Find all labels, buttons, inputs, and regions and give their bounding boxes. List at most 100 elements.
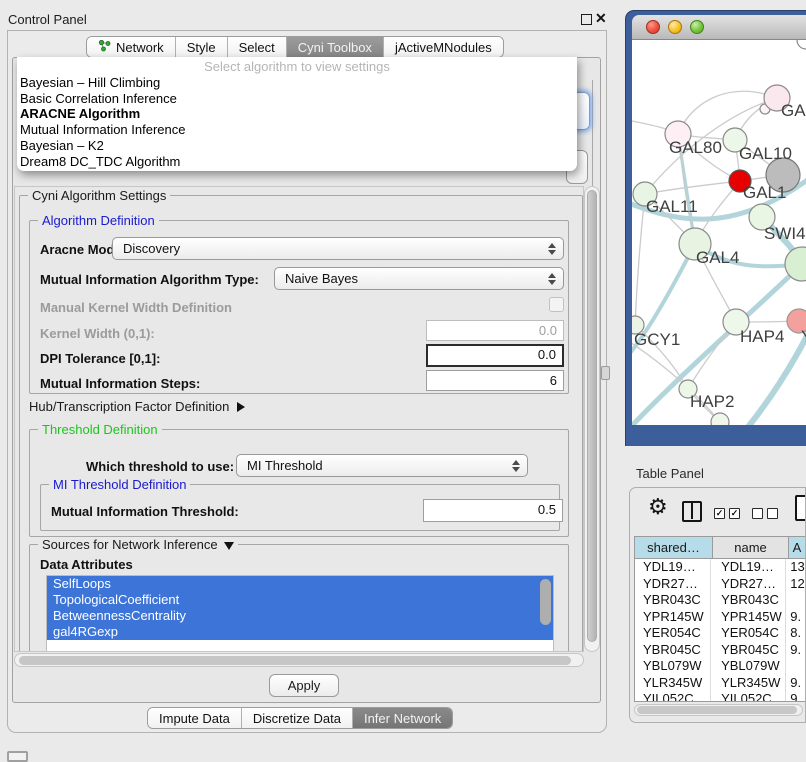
partial-panel-icon xyxy=(7,751,28,762)
settings-scroll-area: Cyni Algorithm Settings Algorithm Defini… xyxy=(14,186,584,652)
table-row[interactable]: YER054C YER054C 8. xyxy=(635,625,806,642)
column-header-shared-name[interactable]: shared… xyxy=(635,537,713,558)
network-icon xyxy=(98,39,111,55)
node-label: GAL11 xyxy=(646,197,698,216)
kernel-width-label: Kernel Width (0,1): xyxy=(40,326,155,341)
control-panel-title: Control Panel xyxy=(8,12,87,27)
table-row[interactable]: YDL19… YDL19… 13 xyxy=(635,559,806,576)
node-label: HAP4 xyxy=(740,327,784,346)
dropdown-item[interactable]: Basic Correlation Inference xyxy=(17,91,577,107)
data-attributes-label: Data Attributes xyxy=(40,557,133,572)
sources-toggle[interactable]: Sources for Network Inference xyxy=(38,537,238,552)
table-row[interactable]: YPR145W YPR145W 9. xyxy=(635,609,806,626)
unchecked-pair-icon[interactable] xyxy=(752,508,778,519)
mi-threshold-label: Mutual Information Threshold: xyxy=(51,504,239,519)
settings-vertical-scrollbar[interactable] xyxy=(584,186,600,652)
node-label: GAL xyxy=(781,101,806,120)
tab-style[interactable]: Style xyxy=(176,37,228,57)
mi-type-label: Mutual Information Algorithm Type: xyxy=(40,272,259,287)
float-window-icon[interactable] xyxy=(581,14,592,25)
gear-icon[interactable]: ⚙ xyxy=(648,496,668,518)
scrollbar-thumb[interactable] xyxy=(19,656,571,665)
list-item[interactable]: SelfLoops xyxy=(47,576,553,592)
list-item[interactable]: TopologicalCoefficient xyxy=(47,592,553,608)
threshold-definition-group: Threshold Definition Which threshold to … xyxy=(29,429,569,537)
sources-group: Sources for Network Inference Data Attri… xyxy=(29,544,569,652)
expand-right-icon xyxy=(237,402,245,412)
table-panel-window: ⚙ ✓✓ shared… name A YDL19… YDL19… 13 YDR… xyxy=(629,487,806,723)
dropdown-placeholder: Select algorithm to view settings xyxy=(17,59,577,75)
document-icon[interactable] xyxy=(795,495,806,521)
checked-pair-icon[interactable]: ✓✓ xyxy=(714,508,740,519)
table-header: shared… name A xyxy=(635,537,806,559)
zoom-traffic-light-icon[interactable] xyxy=(690,20,704,34)
network-window-titlebar[interactable] xyxy=(632,15,806,40)
apply-button[interactable]: Apply xyxy=(269,674,339,697)
algorithm-definition-group: Algorithm Definition Aracne Mode: Discov… xyxy=(29,220,569,394)
panel-splitter-handle[interactable] xyxy=(601,366,610,380)
dropdown-item[interactable]: Dream8 DC_TDC Algorithm xyxy=(17,154,577,170)
table-row[interactable]: YBR045C YBR045C 9. xyxy=(635,642,806,659)
combo-arrows-icon xyxy=(512,460,520,472)
aracne-mode-combo[interactable]: Discovery xyxy=(112,237,564,260)
manual-kernel-label: Manual Kernel Width Definition xyxy=(40,300,232,315)
dropdown-item-selected[interactable]: ARACNE Algorithm xyxy=(17,106,577,122)
groupbox-border-fragment xyxy=(592,80,593,186)
dropdown-item[interactable]: Bayesian – Hill Climbing xyxy=(17,75,577,91)
edge xyxy=(645,181,740,194)
tab-impute-data[interactable]: Impute Data xyxy=(148,708,242,728)
which-threshold-combo[interactable]: MI Threshold xyxy=(236,454,528,477)
dropdown-item[interactable]: Mutual Information Inference xyxy=(17,122,577,138)
list-item[interactable]: gal4RGexp xyxy=(47,624,553,640)
minimize-traffic-light-icon[interactable] xyxy=(668,20,682,34)
node-label: SWI4 xyxy=(764,224,806,243)
split-panel-icon[interactable] xyxy=(682,501,702,522)
tab-discretize-data[interactable]: Discretize Data xyxy=(242,708,353,728)
network-canvas[interactable]: GAL GAL80 GAL10 GAL1 GAL11 SWI4 GAL4 GCY… xyxy=(632,40,806,425)
mi-steps-field[interactable]: 6 xyxy=(426,370,564,391)
tab-network[interactable]: Network xyxy=(87,37,176,57)
tab-cyni-toolbox[interactable]: Cyni Toolbox xyxy=(287,37,384,57)
group-title: Threshold Definition xyxy=(38,422,162,437)
scrollbar-thumb[interactable] xyxy=(587,190,597,642)
scrollbar-thumb[interactable] xyxy=(637,706,797,714)
table-row[interactable]: YIL052C YIL052C 9 xyxy=(635,691,806,702)
node[interactable] xyxy=(711,413,729,425)
kernel-width-field[interactable]: 0.0 xyxy=(426,320,564,341)
combo-arrows-icon xyxy=(548,273,556,285)
table-row[interactable]: YBL079W YBL079W xyxy=(635,658,806,675)
list-scrollbar[interactable] xyxy=(540,579,551,625)
close-icon[interactable]: ✕ xyxy=(595,10,607,27)
combo-arrows-icon xyxy=(548,243,556,255)
close-traffic-light-icon[interactable] xyxy=(646,20,660,34)
node-table: shared… name A YDL19… YDL19… 13 YDR27… Y… xyxy=(634,536,806,702)
edge xyxy=(635,194,645,325)
table-row[interactable]: YDR27… YDR27… 12 xyxy=(635,576,806,593)
tab-infer-network[interactable]: Infer Network xyxy=(353,708,452,728)
tab-network-label: Network xyxy=(116,40,164,55)
mi-threshold-field[interactable]: 0.5 xyxy=(423,499,563,522)
column-header-clipped[interactable]: A xyxy=(789,537,806,558)
settings-horizontal-scrollbar[interactable] xyxy=(14,653,584,667)
list-item[interactable]: BetweennessCentrality xyxy=(47,608,553,624)
node-label: GAL4 xyxy=(696,248,739,267)
control-panel-tabs: Network Style Select Cyni Toolbox jActiv… xyxy=(86,36,504,58)
network-view-window: GAL GAL80 GAL10 GAL1 GAL11 SWI4 GAL4 GCY… xyxy=(625,10,806,446)
tab-select[interactable]: Select xyxy=(228,37,287,57)
table-row[interactable]: YBR043C YBR043C xyxy=(635,592,806,609)
dropdown-item[interactable]: Bayesian – K2 xyxy=(17,138,577,154)
network-graph: GAL GAL80 GAL10 GAL1 GAL11 SWI4 GAL4 GCY… xyxy=(632,40,806,425)
node-label: Y xyxy=(801,327,806,346)
manual-kernel-checkbox[interactable] xyxy=(549,297,564,312)
column-header-name[interactable]: name xyxy=(713,537,789,558)
dpi-tolerance-field[interactable]: 0.0 xyxy=(426,344,564,367)
group-title: Cyni Algorithm Settings xyxy=(28,188,170,203)
node[interactable] xyxy=(797,40,806,49)
hub-definition-toggle[interactable]: Hub/Transcription Factor Definition xyxy=(29,399,245,414)
mi-type-combo[interactable]: Naive Bayes xyxy=(274,267,564,290)
tab-jactivemnodules[interactable]: jActiveMNodules xyxy=(384,37,503,57)
which-threshold-label: Which threshold to use: xyxy=(86,459,234,474)
group-title: Algorithm Definition xyxy=(38,213,159,228)
table-horizontal-scrollbar[interactable] xyxy=(634,704,803,716)
table-row[interactable]: YLR345W YLR345W 9. xyxy=(635,675,806,692)
